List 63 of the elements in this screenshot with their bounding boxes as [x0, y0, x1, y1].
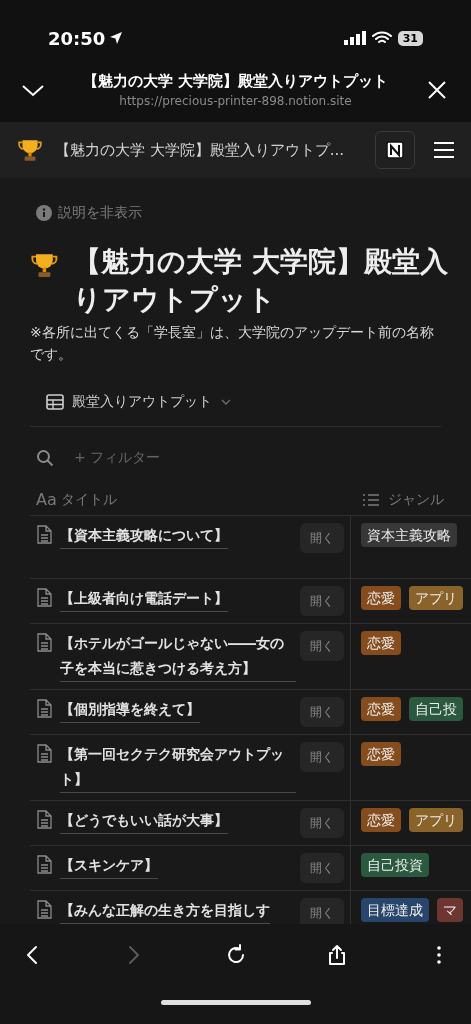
- wifi-icon: [371, 31, 392, 45]
- genre-tag: 恋愛: [361, 808, 401, 832]
- page-icon: [36, 855, 52, 874]
- page-icon: [36, 699, 52, 718]
- open-button[interactable]: 開く: [300, 853, 344, 883]
- more-icon: [437, 945, 441, 965]
- page-icon: [36, 633, 52, 652]
- open-button[interactable]: 開く: [300, 586, 344, 616]
- genre-tag: 恋愛: [361, 631, 401, 655]
- table-icon: [46, 393, 64, 410]
- open-button[interactable]: 開く: [300, 898, 344, 924]
- signal-icon: [343, 31, 366, 45]
- genre-tag: 目標達成: [361, 898, 429, 922]
- page-link[interactable]: 【上級者向け電話デート】: [60, 586, 228, 612]
- open-button[interactable]: 開く: [300, 523, 344, 553]
- page-icon: [36, 588, 52, 607]
- page-description: ※各所に出てくる「学長室」は、大学院のアップデート前の名称です。: [30, 323, 435, 364]
- notion-button[interactable]: [375, 131, 415, 169]
- page-link[interactable]: 【第一回セクテク研究会アウトプット】: [60, 742, 296, 793]
- search-icon[interactable]: [36, 448, 54, 467]
- text-property-icon: Aa: [36, 487, 57, 512]
- genre-tag: アプリ: [409, 586, 463, 610]
- menu-button[interactable]: [433, 141, 455, 159]
- info-icon: [36, 204, 52, 221]
- page-icon: [36, 810, 52, 829]
- open-button[interactable]: 開く: [300, 808, 344, 838]
- page-icon: [36, 744, 52, 763]
- page-icon: [36, 900, 52, 919]
- genre-tag: マ: [437, 898, 463, 922]
- page-link[interactable]: 【個別指導を終えて】: [60, 697, 200, 723]
- view-selector[interactable]: 殿堂入りアウトプット: [72, 391, 232, 412]
- genre-tag: 自己投: [409, 697, 463, 721]
- page-url: https://precious-printer-898.notion.site: [119, 93, 352, 111]
- genre-tag: 恋愛: [361, 697, 401, 721]
- page-link[interactable]: 【スキンケア】: [60, 853, 158, 879]
- column-header: ジャンル: [388, 490, 444, 509]
- genre-tag: アプリ: [409, 808, 463, 832]
- column-header: タイトル: [60, 490, 117, 509]
- notion-page-title: 【魅力の大学 大学院】殿堂入りアウトプ...: [55, 139, 346, 161]
- battery-indicator: 31: [397, 30, 423, 46]
- page-link[interactable]: 【どうでもいい話が大事】: [60, 808, 228, 834]
- genre-tag: 資本主義攻略: [361, 523, 457, 547]
- open-button[interactable]: 開く: [300, 697, 344, 727]
- location-icon: [109, 31, 124, 45]
- page-link[interactable]: 【ホテルがゴールじゃない――女の子を本当に惹きつける考え方】: [60, 631, 296, 682]
- page-title: 【魅力の大学 大学院】殿堂入りアウトプット: [82, 70, 389, 92]
- notion-logo-icon: [385, 140, 405, 160]
- page-link[interactable]: 【資本主義攻略について】: [60, 523, 228, 549]
- page-icon: [36, 525, 52, 544]
- status-time: 20:50: [48, 26, 106, 51]
- list-icon: [362, 492, 380, 507]
- open-button[interactable]: 開く: [300, 631, 344, 661]
- genre-tag: 恋愛: [361, 586, 401, 610]
- genre-tag: 自己投資: [361, 853, 429, 877]
- page-heading: 【魅力の大学 大学院】殿堂入りアウトプット: [72, 244, 449, 318]
- menu-icon: [433, 141, 455, 159]
- chevron-right-icon: [127, 945, 140, 965]
- trophy-icon: [17, 137, 43, 163]
- open-button[interactable]: 開く: [300, 742, 344, 772]
- filter-button[interactable]: + フィルター: [74, 447, 161, 468]
- hide-description-button[interactable]: 説明を非表示: [58, 202, 142, 223]
- genre-tag: 恋愛: [361, 742, 401, 766]
- chevron-left-icon: [26, 945, 38, 965]
